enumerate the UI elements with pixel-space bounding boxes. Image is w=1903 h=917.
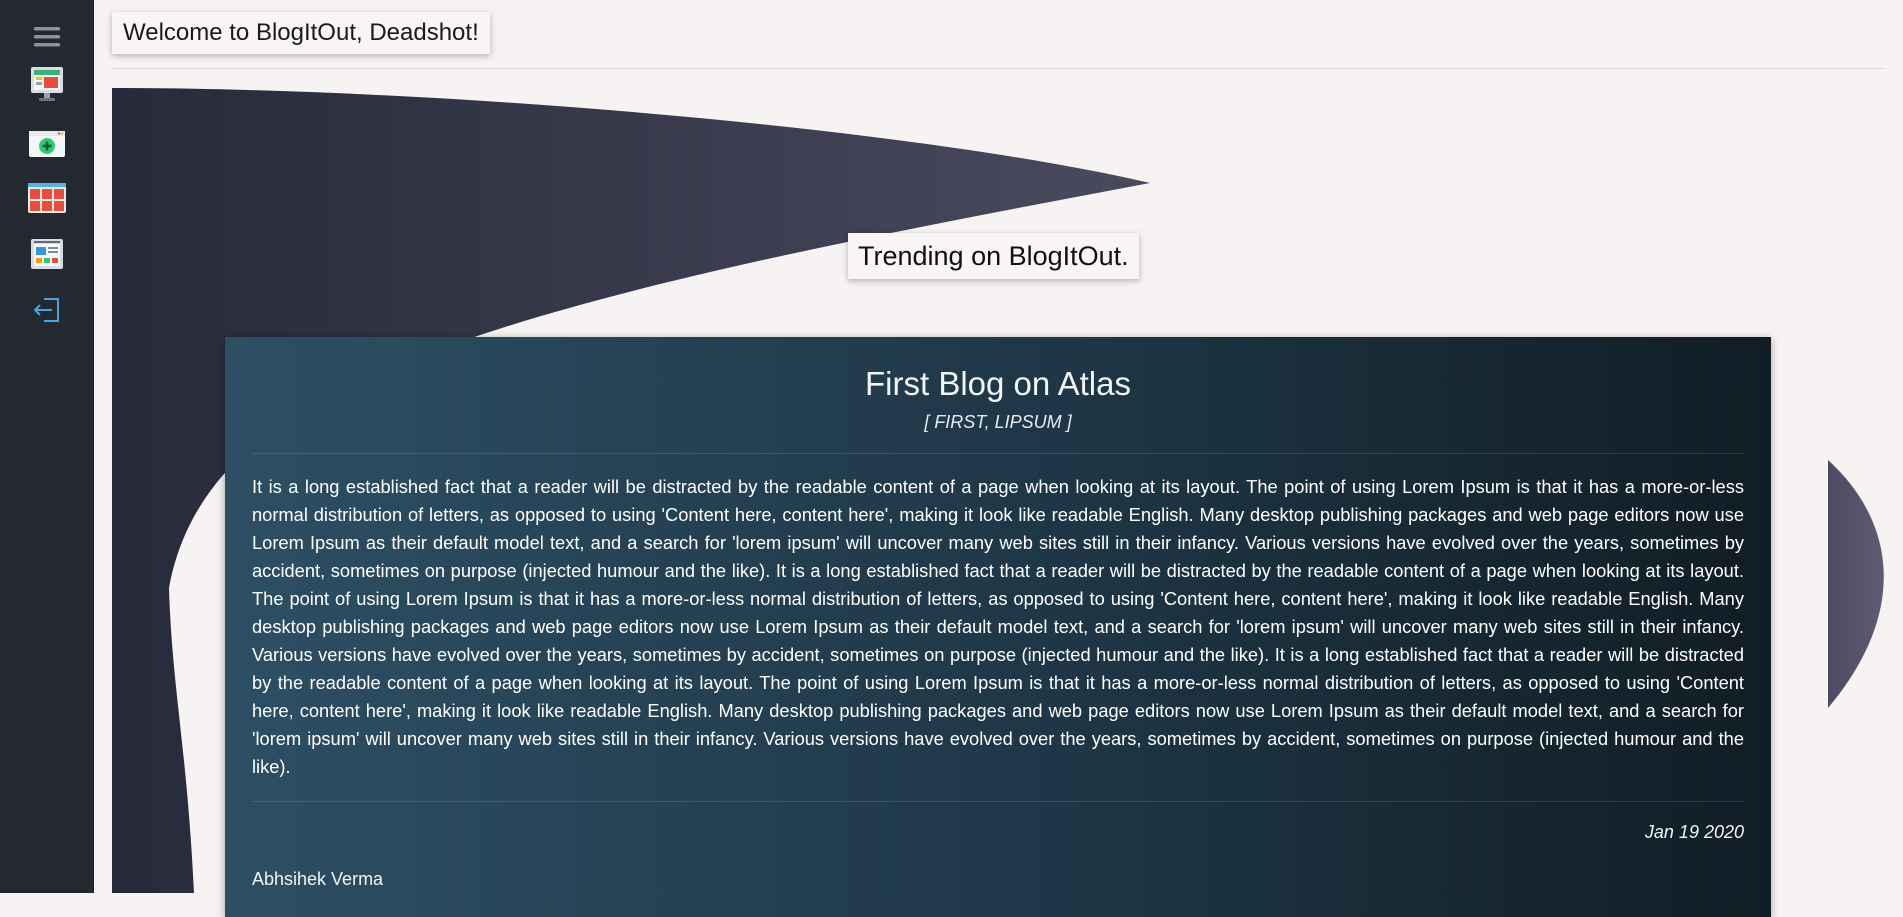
card-divider	[252, 453, 1744, 454]
dashboard-button[interactable]	[27, 234, 67, 274]
add-post-icon	[29, 131, 65, 157]
card-divider	[252, 801, 1744, 802]
header-divider	[112, 68, 1885, 69]
dashboard-icon	[31, 239, 63, 269]
logout-icon	[33, 298, 59, 322]
home-feed-button[interactable]	[27, 64, 67, 104]
menu-button[interactable]	[27, 17, 67, 57]
post-author: Abhsihek Verma	[252, 869, 384, 889]
sidebar	[0, 0, 94, 893]
post-body: It is a long established fact that a rea…	[252, 476, 1744, 777]
post-date: Jan 19 2020	[1644, 822, 1744, 842]
trending-heading: Trending on BlogItOut.	[848, 233, 1139, 279]
blog-post-card: First Blog on Atlas [ FIRST, LIPSUM ] It…	[225, 337, 1771, 917]
monitor-icon	[31, 67, 63, 101]
post-tags: [ FIRST, LIPSUM ]	[924, 412, 1072, 432]
menu-icon	[34, 27, 60, 47]
posts-grid-button[interactable]	[27, 178, 67, 218]
new-post-button[interactable]	[27, 123, 67, 163]
post-title[interactable]: First Blog on Atlas	[225, 365, 1771, 403]
logout-button[interactable]	[27, 290, 67, 330]
grid-icon	[28, 183, 66, 213]
welcome-banner: Welcome to BlogItOut, Deadshot!	[112, 12, 490, 54]
